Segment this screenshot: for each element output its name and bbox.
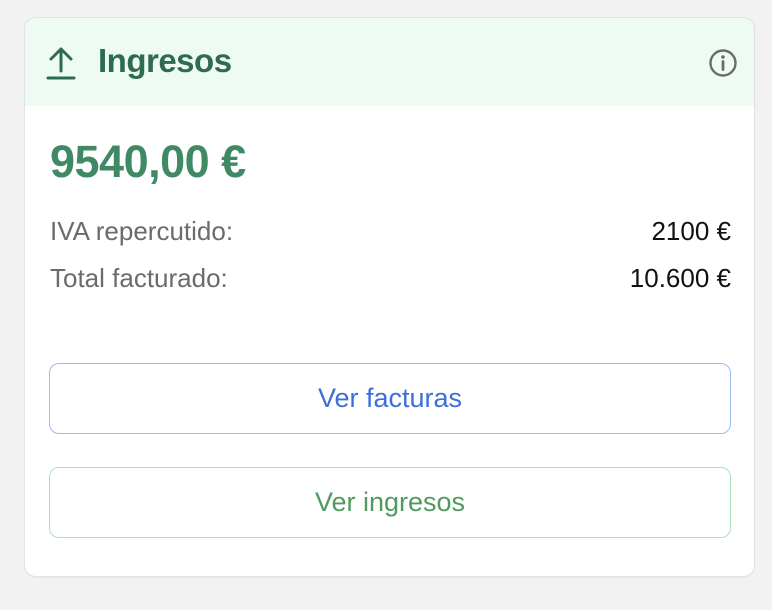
total-invoiced-row: Total facturado: 10.600 €: [50, 261, 731, 295]
total-invoiced-value: 10.600 €: [629, 262, 731, 293]
vat-label: IVA repercutido:: [50, 215, 234, 246]
total-invoiced-label: Total facturado:: [50, 262, 228, 293]
vat-value: 2100 €: [651, 215, 731, 246]
vat-row: IVA repercutido: 2100 €: [50, 214, 731, 248]
upload-icon: [45, 45, 77, 81]
card-header: Ingresos: [25, 18, 754, 106]
info-icon[interactable]: [708, 48, 738, 78]
card-title: Ingresos: [98, 42, 232, 79]
income-card: Ingresos 9540,00 € IVA repercutido: 2100…: [24, 17, 755, 577]
net-amount: 9540,00 €: [50, 136, 246, 187]
view-invoices-button[interactable]: Ver facturas: [49, 363, 731, 434]
view-income-button[interactable]: Ver ingresos: [49, 467, 731, 538]
